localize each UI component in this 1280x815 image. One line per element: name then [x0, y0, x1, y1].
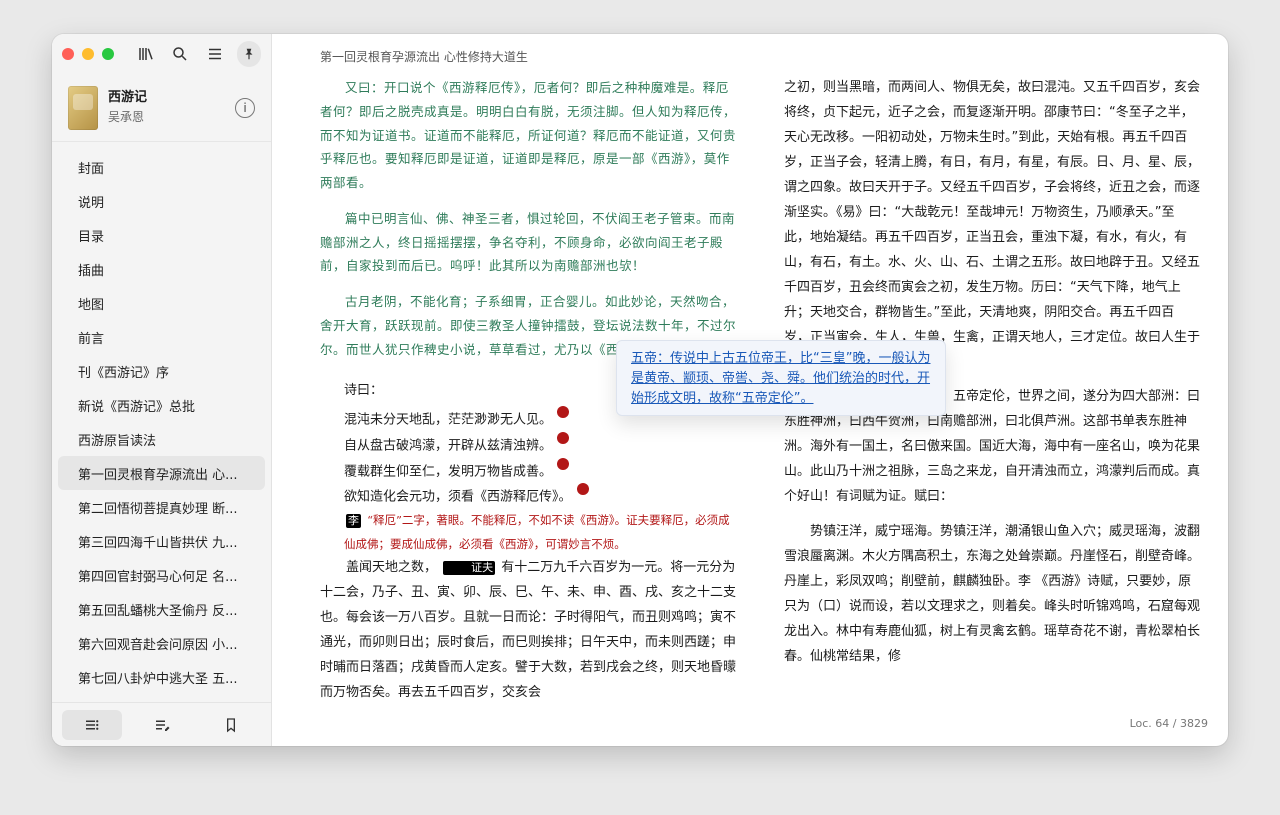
poem-text-1: 混沌未分天地乱，茫茫渺渺无人见。 — [344, 412, 553, 428]
toc-item-chapter-7[interactable]: 第七回八卦炉中逃大圣 五... — [58, 660, 265, 694]
body-paragraph-4: 势镇汪洋，威宁瑶海。势镇汪洋，潮涌银山鱼入穴；威灵瑶海，波翻雪浪蜃离渊。木火方隅… — [784, 524, 1200, 664]
close-window-button[interactable] — [62, 48, 74, 60]
body-start: 盖闻天地之数， — [346, 559, 438, 575]
minimize-window-button[interactable] — [82, 48, 94, 60]
footnote-popover[interactable]: 五帝：传说中上古五位帝王，比“三皇”晚，一般认为是黄帝、颛顼、帝喾、尧、舜。他们… — [616, 340, 946, 416]
poem-line-3: 覆载群生仰至仁，发明万物皆成善。 — [344, 457, 736, 484]
reader-window: 西游记 吴承恩 i 封面 说明 目录 插曲 地图 前言 刊《西游记》序 新说《西… — [52, 34, 1228, 746]
pin-icon[interactable] — [236, 41, 261, 67]
zoom-window-button[interactable] — [102, 48, 114, 60]
poem-note-line: 李 “释厄”二字，著眼。不能释厄，不如不读《西游》。证夫要释厄，必须成仙成佛；要… — [344, 509, 736, 556]
search-icon[interactable] — [168, 41, 192, 67]
book-author: 吴承恩 — [108, 110, 145, 125]
footnote-marker[interactable] — [557, 457, 570, 470]
toc-item-foreword[interactable]: 刊《西游记》序 — [58, 354, 265, 388]
toc-item-chapter-6[interactable]: 第六回观音赴会问原因 小... — [58, 626, 265, 660]
sidebar-footer — [52, 702, 271, 746]
toc-item-chapter-5[interactable]: 第五回乱蟠桃大圣偷丹 反... — [58, 592, 265, 626]
poem-note: “释厄”二字，著眼。不能释厄，不如不读《西游》。证夫要释厄，必须成仙成佛；要成仙… — [344, 513, 730, 551]
notes-icon[interactable] — [132, 710, 192, 740]
screen: 西游记 吴承恩 i 封面 说明 目录 插曲 地图 前言 刊《西游记》序 新说《西… — [0, 0, 1280, 815]
toc-item-chapter-2[interactable]: 第二回悟彻菩提真妙理 断... — [58, 490, 265, 524]
footnote-marker[interactable] — [557, 431, 570, 444]
commentator-badge-li: 李 — [346, 514, 361, 529]
footnote-marker[interactable] — [576, 483, 589, 496]
book-title: 西游记 — [108, 89, 148, 105]
commentary-paragraph-2: 篇中已明言仙、佛、神圣三者，惧过轮回，不伏阎王老子管束。而南赡部洲之人，终日摇摇… — [320, 210, 736, 274]
reader-pane: 第一回灵根育孕源流出 心性修持大道生 又曰：开口说个《西游释厄传》，厄者何？即后… — [272, 34, 1228, 746]
body-paragraph-2: 之初，则当黑暗，而两间人、物俱无矣，故曰混沌。又五千四百岁，亥会将终，贞下起元，… — [784, 80, 1200, 369]
poem-text-2: 自从盘古破鸿濛，开辟从兹清浊辨。 — [344, 438, 553, 454]
toc-item-chapter-4[interactable]: 第四回官封弼马心何足 名... — [58, 558, 265, 592]
book-cover — [68, 85, 98, 130]
toc-item-reading-method[interactable]: 西游原旨读法 — [58, 422, 265, 456]
commentator-badge-zheng: 证夫 — [443, 560, 496, 575]
footnote-marker[interactable] — [557, 406, 570, 419]
body-paragraph-1: 盖闻天地之数， 证夫 有十二万九千六百岁为一元。将一元分为十二会，乃子、丑、寅、… — [320, 556, 736, 700]
bookmark-icon[interactable] — [201, 710, 261, 740]
sidebar: 西游记 吴承恩 i 封面 说明 目录 插曲 地图 前言 刊《西游记》序 新说《西… — [52, 34, 272, 746]
toc-item-preface[interactable]: 前言 — [58, 320, 265, 354]
toc-item-notes[interactable]: 说明 — [58, 184, 265, 218]
poem-text-3: 覆载群生仰至仁，发明万物皆成善。 — [344, 464, 553, 480]
book-header: 西游记 吴承恩 i — [52, 74, 271, 142]
poem-line-2: 自从盘古破鸿濛，开辟从兹清浊辨。 — [344, 431, 736, 458]
body-rest: 有十二万九千六百岁为一元。将一元分为十二会，乃子、丑、寅、卯、辰、巳、午、未、申… — [320, 559, 736, 700]
library-icon[interactable] — [134, 41, 158, 67]
info-icon[interactable]: i — [235, 97, 255, 118]
traffic-lights — [62, 48, 114, 60]
poem-line-4: 欲知造化会元功，须看《西游释厄传》。 — [344, 483, 736, 509]
toc-item-overall-comments[interactable]: 新说《西游记》总批 — [58, 388, 265, 422]
book-meta: 西游记 吴承恩 — [108, 90, 225, 126]
list-icon[interactable] — [203, 41, 227, 67]
toc-item-map[interactable]: 地图 — [58, 286, 265, 320]
toc-item-cover[interactable]: 封面 — [58, 150, 265, 184]
toc-item-illustrations[interactable]: 插曲 — [58, 252, 265, 286]
toc-item-chapter-3[interactable]: 第三回四海千山皆拱伏 九... — [58, 524, 265, 558]
running-head: 第一回灵根育孕源流出 心性修持大道生 — [320, 50, 528, 64]
window-toolbar — [52, 34, 271, 74]
commentary-paragraph-1: 又曰：开口说个《西游释厄传》，厄者何？即后之种种魔难是。释厄者何？即后之脱壳成真… — [320, 80, 736, 190]
toc-icon[interactable] — [62, 709, 122, 740]
toc-item-chapter-1[interactable]: 第一回灵根育孕源流出 心... — [58, 456, 265, 490]
toc-item-contents[interactable]: 目录 — [58, 218, 265, 252]
location-indicator: Loc. 64 / 3829 — [1129, 717, 1208, 730]
poem-text-4: 欲知造化会元功，须看《西游释厄传》。 — [344, 489, 572, 505]
table-of-contents: 封面 说明 目录 插曲 地图 前言 刊《西游记》序 新说《西游记》总批 西游原旨… — [52, 142, 271, 694]
